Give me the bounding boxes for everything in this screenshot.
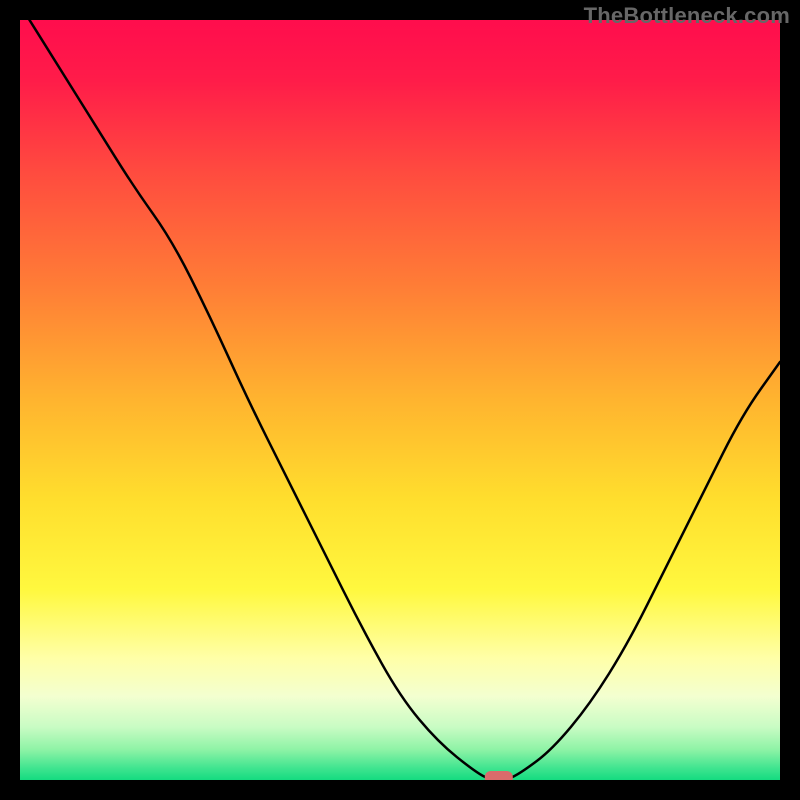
chart-frame: TheBottleneck.com bbox=[0, 0, 800, 800]
bottleneck-chart bbox=[20, 20, 780, 780]
watermark-text: TheBottleneck.com bbox=[584, 3, 790, 29]
gradient-background bbox=[20, 20, 780, 780]
plot-area bbox=[20, 20, 780, 780]
optimal-marker bbox=[485, 771, 513, 780]
